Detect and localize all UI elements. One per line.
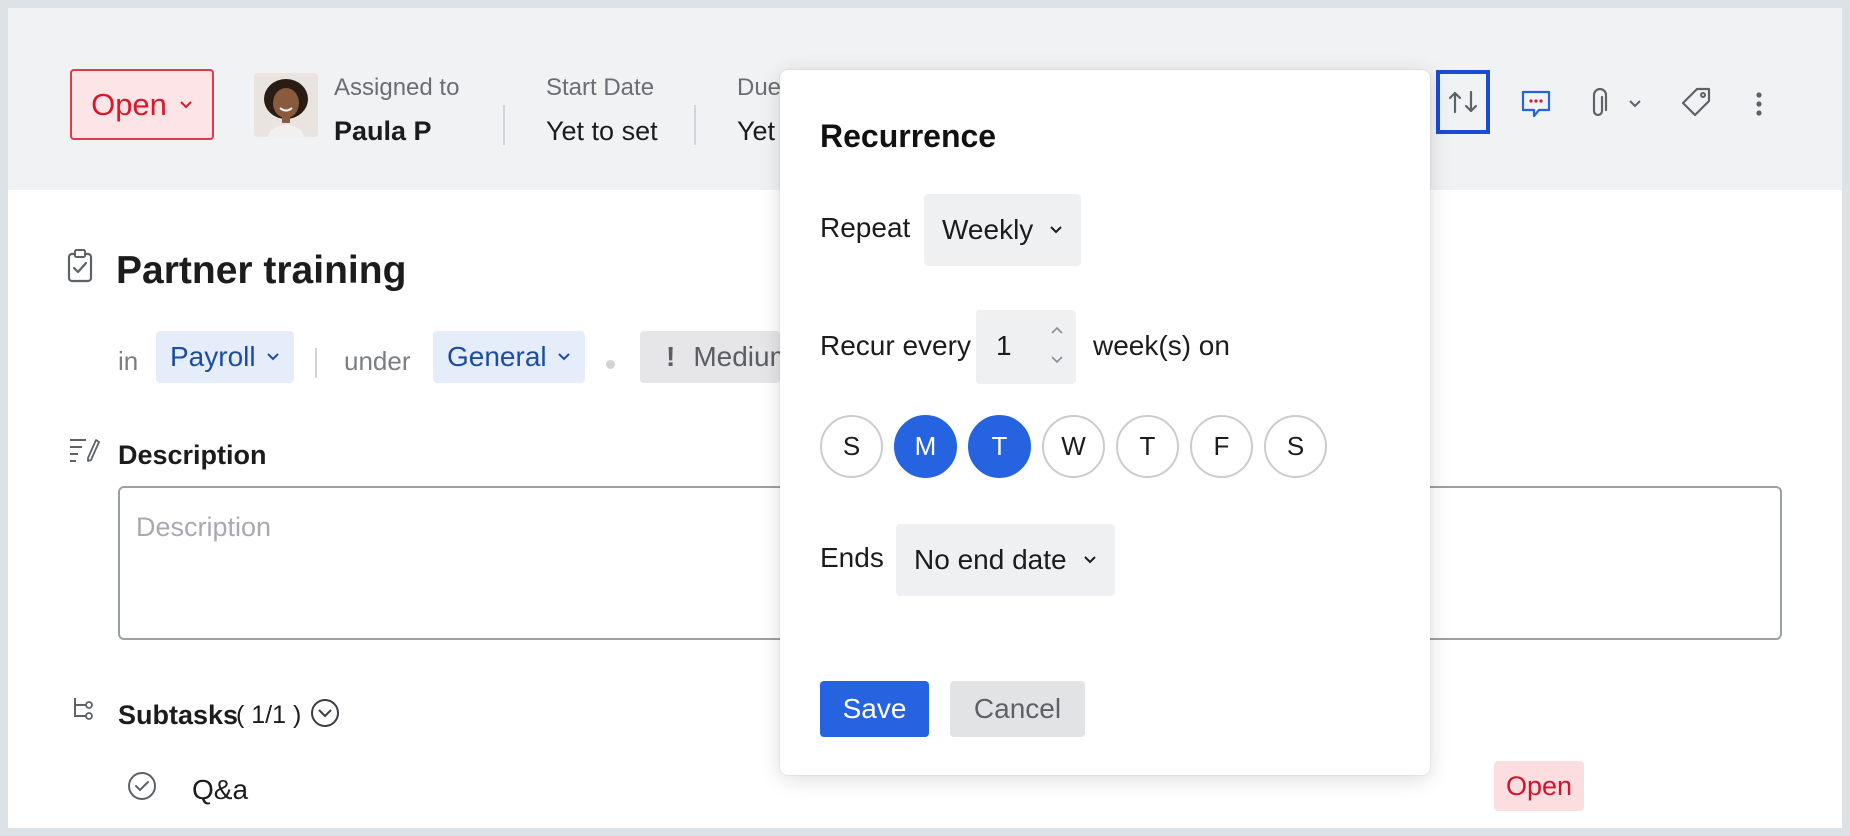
priority-dropdown[interactable]: ! Medium (640, 331, 780, 383)
popup-title: Recurrence (820, 118, 997, 154)
exclamation-icon: ! (666, 341, 676, 372)
recur-every-stepper[interactable]: 1 (976, 310, 1076, 384)
start-date-label: Start Date (546, 74, 655, 101)
divider (694, 105, 696, 145)
subtasks-count: ( 1/1 ) (236, 701, 302, 729)
status-label: Open (91, 86, 167, 122)
subtasks-icon (74, 698, 93, 720)
chevron-down-icon (180, 100, 192, 108)
divider (503, 105, 505, 145)
project-dropdown[interactable]: Payroll (156, 331, 294, 383)
assigned-to-label: Assigned to (334, 74, 460, 101)
due-date-label: Due (737, 74, 782, 101)
task-icon (67, 249, 93, 283)
ends-dropdown[interactable]: No end date (896, 524, 1115, 596)
tasklist-dropdown[interactable]: General (433, 331, 585, 383)
divider (315, 348, 317, 378)
weekday-selector: S M T W T F S (820, 415, 1327, 478)
chevron-down-circle-icon[interactable] (310, 698, 340, 728)
chevron-down-icon (1051, 356, 1063, 364)
attachment-menu-button[interactable] (1624, 94, 1646, 114)
tasklist-name: General (447, 341, 547, 372)
comment-button[interactable] (1516, 84, 1556, 124)
decrement-button[interactable] (1048, 352, 1066, 368)
repeat-dropdown[interactable]: Weekly (924, 194, 1082, 266)
separator-dot (606, 360, 615, 369)
recur-unit-label: week(s) on (1093, 330, 1230, 361)
repeat-value: Weekly (942, 214, 1034, 245)
day-toggle-saturday[interactable]: S (1264, 415, 1327, 478)
status-badge[interactable]: Open (1494, 761, 1584, 811)
ends-label: Ends (820, 542, 884, 573)
day-toggle-monday[interactable]: M (894, 415, 957, 478)
day-toggle-tuesday[interactable]: T (968, 415, 1031, 478)
recur-every-label: Recur every (820, 330, 971, 361)
check-circle-icon[interactable] (126, 770, 158, 802)
chevron-down-icon (266, 353, 279, 361)
more-options-button[interactable] (1742, 84, 1776, 124)
under-label: under (344, 346, 411, 376)
ends-value: No end date (914, 544, 1067, 575)
description-label: Description (118, 440, 267, 470)
in-label: in (118, 346, 139, 376)
subtask-title[interactable]: Q&a (192, 774, 248, 806)
assignee-name[interactable]: Paula P (334, 116, 432, 147)
tag-icon (1681, 87, 1711, 117)
more-vertical-icon (1756, 92, 1762, 116)
increment-button[interactable] (1048, 322, 1066, 338)
day-toggle-friday[interactable]: F (1190, 415, 1253, 478)
cancel-button[interactable]: Cancel (950, 681, 1085, 737)
start-date-value[interactable]: Yet to set (546, 116, 658, 147)
description-icon (70, 439, 100, 462)
avatar[interactable] (254, 73, 318, 137)
chevron-down-icon (557, 353, 570, 361)
recur-every-value: 1 (996, 330, 1012, 361)
task-title[interactable]: Partner training (116, 249, 406, 293)
repeat-label: Repeat (820, 212, 911, 243)
recurrence-button[interactable] (1436, 70, 1490, 134)
tag-button[interactable] (1676, 82, 1716, 122)
day-toggle-sunday[interactable]: S (820, 415, 883, 478)
project-name: Payroll (170, 341, 256, 372)
attachment-button[interactable] (1580, 84, 1616, 124)
due-date-value[interactable]: Yet (737, 116, 775, 147)
attachment-icon (1592, 88, 1608, 117)
status-dropdown[interactable]: Open (70, 69, 214, 140)
recurrence-popup: Recurrence Repeat Weekly Recur every 1 w… (780, 70, 1430, 775)
day-toggle-wednesday[interactable]: W (1042, 415, 1105, 478)
chevron-up-icon (1051, 326, 1063, 334)
description-placeholder: Description (136, 512, 272, 542)
day-toggle-thursday[interactable]: T (1116, 415, 1179, 478)
chevron-down-icon (1050, 226, 1063, 234)
chevron-down-icon (1629, 100, 1641, 108)
priority-label: Medium (693, 341, 780, 372)
save-button[interactable]: Save (820, 681, 929, 737)
subtasks-label: Subtasks (118, 700, 239, 730)
chevron-down-icon (1083, 556, 1096, 564)
comment-icon (1521, 90, 1551, 118)
task-detail-page: Open Assigned to Paula P Start Date Yet … (8, 8, 1842, 828)
recurrence-icon (1448, 90, 1478, 114)
